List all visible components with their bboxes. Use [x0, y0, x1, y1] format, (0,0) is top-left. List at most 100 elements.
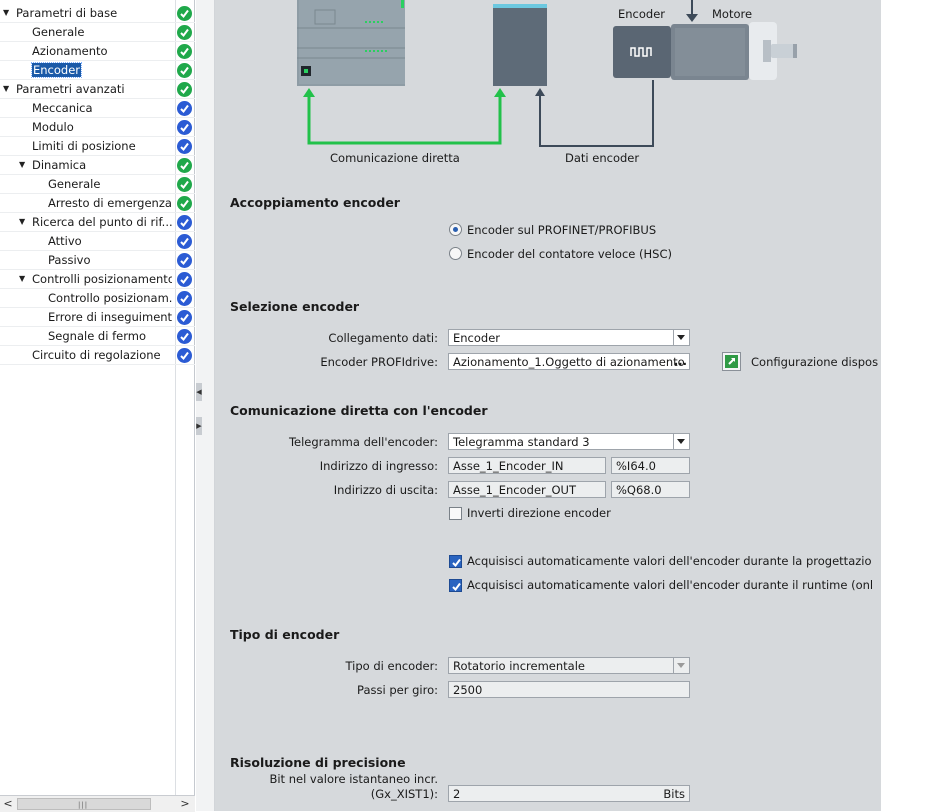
expand-toggle-icon[interactable]: ▼ [3, 84, 9, 93]
tree-item[interactable]: ▼ Dinamica [0, 156, 195, 175]
status-ok-icon [177, 158, 192, 173]
profidrive-label: Encoder PROFIdrive: [320, 355, 438, 369]
radio-hsc-label[interactable]: Encoder del contatore veloce (HSC) [467, 247, 672, 261]
tree-item-label[interactable]: Controllo posizionam... [48, 291, 172, 305]
tree-item[interactable]: Controllo posizionam... [0, 289, 195, 308]
radio-hsc[interactable] [449, 247, 462, 260]
output-address-label: Indirizzo di uscita: [333, 483, 438, 497]
tree-horizontal-scrollbar[interactable]: < ||| > [0, 795, 195, 812]
direct-comm-label: Comunicazione diretta [330, 151, 460, 165]
tree-item-label[interactable]: Dinamica [32, 158, 86, 172]
right-margin [881, 0, 941, 811]
invert-direction-label[interactable]: Inverti direzione encoder [467, 506, 611, 520]
device-config-label[interactable]: Configurazione dispos [751, 355, 878, 369]
acquire-design-checkbox[interactable] [449, 555, 462, 568]
tree-item[interactable]: ▼ Parametri avanzati [0, 80, 195, 99]
tree-item-label[interactable]: Limiti di posizione [32, 139, 136, 153]
tree-item[interactable]: Passivo [0, 251, 195, 270]
tree-item-label[interactable]: Azionamento [32, 44, 108, 58]
output-address-value: %Q68.0 [611, 481, 690, 498]
tree-item-label[interactable]: Parametri di base [16, 6, 117, 20]
scroll-left-arrow-icon[interactable]: < [1, 797, 15, 811]
tree-item-label[interactable]: Circuito di regolazione [32, 348, 161, 362]
tree-item[interactable]: Attivo [0, 232, 195, 251]
tree-item[interactable]: Circuito di regolazione [0, 346, 195, 365]
encoder-block [613, 26, 671, 78]
radio-profinet[interactable] [449, 223, 462, 236]
status-check-icon [177, 310, 192, 325]
data-link-label: Collegamento dati: [328, 331, 438, 345]
data-link-value: Encoder [453, 331, 501, 345]
encoder-settings-panel: Encoder Motore Comunicazione diretta Dat… [215, 0, 881, 811]
encoder-type-label: Tipo di encoder: [345, 659, 438, 673]
tree-item[interactable]: Limiti di posizione [0, 137, 195, 156]
tree-item-label[interactable]: Modulo [32, 120, 74, 134]
radio-profinet-label[interactable]: Encoder sul PROFINET/PROFIBUS [467, 223, 656, 237]
tree-item[interactable]: Errore di inseguimento [0, 308, 195, 327]
status-check-icon [177, 120, 192, 135]
tree-item-label[interactable]: Generale [32, 25, 84, 39]
steps-per-rev-field[interactable]: 2500 [448, 681, 690, 698]
input-address-label: Indirizzo di ingresso: [319, 459, 438, 473]
tree-item-label[interactable]: Attivo [48, 234, 82, 248]
tree-item[interactable]: Generale [0, 23, 195, 42]
tree-item[interactable]: ▼ Parametri di base [0, 4, 195, 23]
telegram-label: Telegramma dell'encoder: [288, 435, 438, 449]
tree-item[interactable]: Meccanica [0, 99, 195, 118]
tree-item[interactable]: Azionamento [0, 42, 195, 61]
tree-item-label[interactable]: Segnale di fermo [48, 329, 146, 343]
acquire-runtime-label[interactable]: Acquisisci automaticamente valori dell'e… [467, 578, 873, 592]
browse-button[interactable]: ... [674, 354, 687, 368]
acquire-runtime-checkbox[interactable] [449, 579, 462, 592]
tree-item[interactable]: ▼ Ricerca del punto di rif... [0, 213, 195, 232]
encoder-type-dropdown[interactable]: Rotatorio incrementale [448, 657, 690, 674]
tree-item-label[interactable]: Passivo [48, 253, 91, 267]
bits-value: 2 [453, 787, 461, 801]
expand-toggle-icon[interactable]: ▼ [3, 8, 9, 17]
scroll-grip-icon: ||| [78, 801, 89, 809]
scroll-right-arrow-icon[interactable]: > [178, 797, 192, 811]
status-ok-icon [177, 196, 192, 211]
tree-item-label[interactable]: Generale [48, 177, 100, 191]
tree-item[interactable]: Arresto di emergenza [0, 194, 195, 213]
tree-item-label[interactable]: Meccanica [32, 101, 93, 115]
profidrive-field[interactable]: Azionamento_1.Oggetto di azionamento ... [448, 353, 690, 370]
chevron-down-icon[interactable] [673, 434, 689, 449]
chevron-down-icon[interactable] [673, 658, 689, 673]
collapse-left-icon[interactable]: ◀ [196, 383, 202, 401]
tree-item-label[interactable]: Errore di inseguimento [48, 310, 172, 324]
expand-toggle-icon[interactable]: ▼ [19, 217, 25, 226]
tree-item[interactable]: Generale [0, 175, 195, 194]
invert-direction-checkbox[interactable] [449, 507, 462, 520]
drive-body [493, 6, 547, 86]
scroll-thumb[interactable]: ||| [17, 798, 151, 810]
encoder-diagram-label: Encoder [618, 7, 666, 21]
tree-item-label[interactable]: Ricerca del punto di rif... [32, 215, 172, 229]
panel-splitter[interactable]: ◀ ▶ [196, 0, 215, 811]
telegram-dropdown[interactable]: Telegramma standard 3 [448, 433, 690, 450]
chevron-down-icon[interactable] [673, 330, 689, 345]
input-address-name-text: Asse_1_Encoder_IN [453, 459, 564, 473]
tree-item-label[interactable]: Encoder [30, 62, 83, 78]
acquire-design-label[interactable]: Acquisisci automaticamente valori dell'e… [467, 554, 872, 568]
data-link-dropdown[interactable]: Encoder [448, 329, 690, 346]
output-address-value-text: %Q68.0 [616, 483, 662, 497]
tree-item-label[interactable]: Controlli posizionamento [32, 272, 172, 286]
tree-item[interactable]: ▼ Controlli posizionamento [0, 270, 195, 289]
tree-item-label[interactable]: Parametri avanzati [16, 82, 125, 96]
expand-toggle-icon[interactable]: ▼ [19, 274, 25, 283]
tree-item-label[interactable]: Arresto di emergenza [48, 196, 172, 210]
tree-item[interactable]: Modulo [0, 118, 195, 137]
arrow-link-icon [725, 355, 738, 368]
section-title-encoder-type: Tipo di encoder [230, 627, 340, 642]
tree-item[interactable]: Segnale di fermo [0, 327, 195, 346]
expand-right-icon[interactable]: ▶ [196, 417, 202, 435]
steps-per-rev-label: Passi per giro: [357, 683, 438, 697]
section-title-direct-comm: Comunicazione diretta con l'encoder [230, 403, 488, 418]
tree-item[interactable]: Encoder [0, 61, 195, 80]
expand-toggle-icon[interactable]: ▼ [19, 160, 25, 169]
status-check-icon [177, 253, 192, 268]
device-config-button[interactable] [722, 352, 741, 371]
bits-field[interactable]: 2 Bits [448, 785, 690, 802]
output-address-name-text: Asse_1_Encoder_OUT [453, 483, 577, 497]
